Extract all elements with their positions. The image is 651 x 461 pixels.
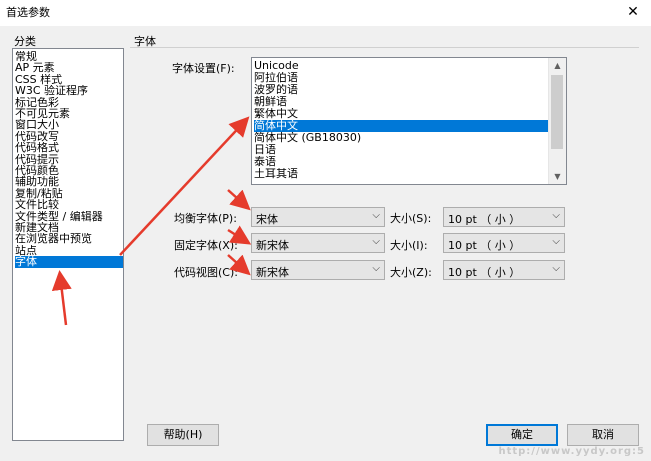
category-item[interactable]: 代码格式	[15, 142, 123, 154]
category-item[interactable]: AP 元素	[15, 62, 123, 74]
ok-button[interactable]: 确定	[486, 424, 558, 446]
category-item[interactable]: W3C 验证程序	[15, 85, 123, 97]
category-item[interactable]: 辅助功能	[15, 176, 123, 188]
proportional-size-select[interactable]: 10 pt （ 小 ） ⌵	[443, 207, 565, 227]
chevron-down-icon: ⌵	[372, 236, 380, 247]
close-icon[interactable]: ✕	[623, 2, 643, 22]
code-view-size-select[interactable]: 10 pt （ 小 ） ⌵	[443, 260, 565, 280]
fixed-font-label: 固定字体(X):	[174, 239, 238, 252]
category-item[interactable]: 常规	[15, 51, 123, 63]
category-list[interactable]: 常规 AP 元素 CSS 样式 W3C 验证程序 标记色彩 不可见元素 窗口大小 代码改写 代码…	[12, 48, 124, 441]
fixed-font-select[interactable]: 新宋体 ⌵	[251, 233, 385, 253]
chevron-down-icon: ⌵	[372, 263, 380, 274]
font-settings-item[interactable]: 泰语	[254, 156, 548, 168]
section-divider	[130, 47, 639, 48]
arrow-to-font-1	[227, 189, 251, 211]
fixed-size-value: 10 pt （ 小 ）	[448, 239, 521, 252]
code-view-size-value: 10 pt （ 小 ）	[448, 266, 521, 279]
proportional-font-value: 宋体	[256, 213, 278, 226]
proportional-font-select[interactable]: 宋体 ⌵	[251, 207, 385, 227]
scroll-up-icon[interactable]: ▲	[549, 58, 566, 73]
code-view-font-value: 新宋体	[256, 266, 289, 279]
category-item[interactable]: 不可见元素	[15, 108, 123, 120]
arrow-to-font-list	[119, 116, 250, 256]
category-item[interactable]: 字体	[15, 256, 123, 269]
font-settings-item[interactable]: 简体中文 (GB18030)	[254, 132, 548, 144]
fixed-font-value: 新宋体	[256, 239, 289, 252]
scroll-down-icon[interactable]: ▼	[549, 169, 566, 184]
fixed-size-select[interactable]: 10 pt （ 小 ） ⌵	[443, 233, 565, 253]
category-item[interactable]: 在浏览器中预览	[15, 233, 123, 245]
title-bar: 首选参数 ✕	[0, 0, 651, 26]
category-item[interactable]: 代码提示	[15, 154, 123, 166]
font-settings-item[interactable]: 阿拉伯语	[254, 72, 548, 84]
category-item[interactable]: 站点	[15, 245, 123, 257]
font-list-scrollbar[interactable]: ▲ ▼	[548, 58, 566, 184]
font-settings-label: 字体设置(F):	[172, 62, 235, 75]
font-settings-item[interactable]: 日语	[254, 144, 548, 156]
category-item[interactable]: 标记色彩	[15, 97, 123, 109]
chevron-down-icon: ⌵	[372, 210, 380, 221]
category-item[interactable]: 文件类型 / 编辑器	[15, 211, 123, 223]
chevron-down-icon: ⌵	[552, 210, 560, 221]
category-header: 分类	[14, 35, 36, 48]
category-item[interactable]: 复制/粘贴	[15, 188, 123, 200]
window-title: 首选参数	[6, 6, 50, 19]
font-settings-item[interactable]: 波罗的语	[254, 84, 548, 96]
chevron-down-icon: ⌵	[552, 263, 560, 274]
font-settings-item[interactable]: 简体中文	[254, 120, 548, 132]
fixed-size-label: 大小(I):	[390, 239, 428, 252]
font-settings-list[interactable]: 土耳其语 泰语 日语 简体中文 (GB18030) 简体中文 繁体中文 朝鲜语 波罗的语 阿拉伯…	[251, 57, 567, 185]
category-item[interactable]: 文件比较	[15, 199, 123, 211]
watermark: http://www.yydy.org:5	[498, 446, 645, 457]
cancel-button[interactable]: 取消	[567, 424, 639, 446]
code-view-font-label: 代码视图(C):	[174, 266, 238, 279]
help-button[interactable]: 帮助(H)	[147, 424, 219, 446]
font-settings-item[interactable]: 朝鲜语	[254, 96, 548, 108]
scroll-thumb[interactable]	[551, 75, 563, 149]
code-view-size-label: 大小(Z):	[390, 266, 432, 279]
font-settings-item[interactable]: Unicode	[254, 60, 548, 72]
category-item[interactable]: 代码改写	[15, 131, 123, 143]
category-item[interactable]: 代码颜色	[15, 165, 123, 177]
chevron-down-icon: ⌵	[552, 236, 560, 247]
category-item[interactable]: 新建文档	[15, 222, 123, 234]
proportional-font-label: 均衡字体(P):	[174, 212, 237, 225]
category-item[interactable]: 窗口大小	[15, 119, 123, 131]
code-view-font-select[interactable]: 新宋体 ⌵	[251, 260, 385, 280]
proportional-size-label: 大小(S):	[390, 212, 432, 225]
category-item[interactable]: CSS 样式	[15, 74, 123, 86]
proportional-size-value: 10 pt （ 小 ）	[448, 213, 521, 226]
font-settings-item[interactable]: 土耳其语	[254, 168, 548, 180]
font-settings-item[interactable]: 繁体中文	[254, 108, 548, 120]
